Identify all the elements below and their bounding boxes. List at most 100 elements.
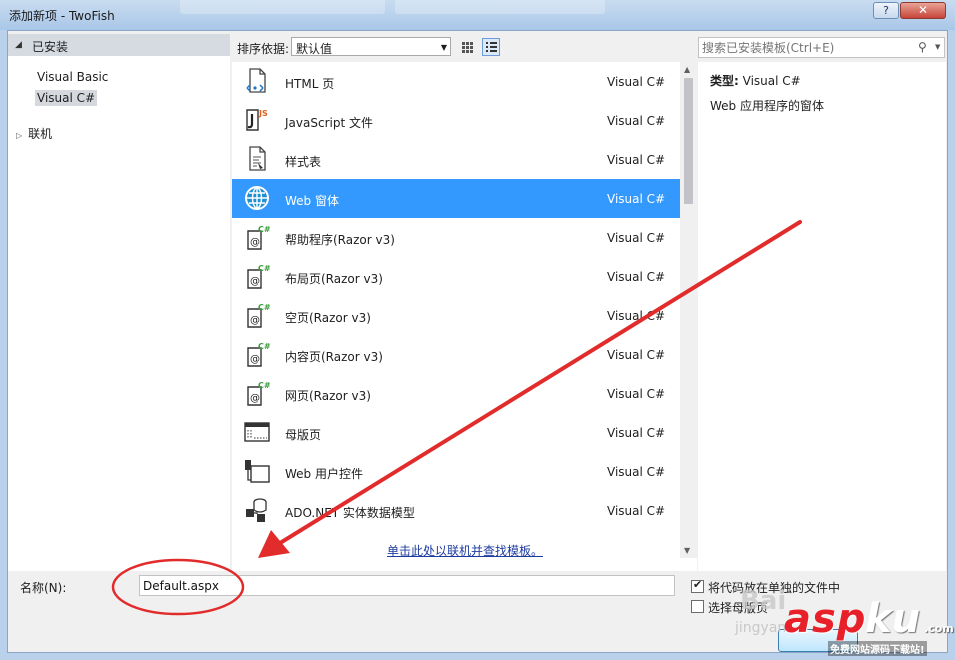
template-language: Visual C# <box>607 504 666 518</box>
template-name: 样式表 <box>285 155 322 169</box>
aspku-watermark-subtitle: 免费网站源码下载站! <box>828 641 927 656</box>
separate-code-file-checkbox[interactable] <box>691 578 704 593</box>
find-online-templates-link[interactable]: 单击此处以联机并查找模板。 <box>387 542 544 559</box>
expand-right-icon: ▷ <box>16 131 23 140</box>
svg-text:C#: C# <box>258 225 271 234</box>
scroll-down-icon[interactable]: ▼ <box>684 546 690 555</box>
template-name: 布局页(Razor v3) <box>285 272 383 286</box>
aspku-watermark-ku: ku <box>865 596 921 642</box>
svg-text:C#: C# <box>258 381 271 390</box>
stylesheet-icon <box>249 146 266 171</box>
template-row-stylesheet[interactable]: 样式表 Visual C# <box>232 140 680 179</box>
name-label: 名称(N): <box>20 581 67 595</box>
template-language: Visual C# <box>607 153 666 167</box>
template-language: Visual C# <box>607 270 666 284</box>
template-list-scrollbar[interactable]: ▲ ▼ <box>680 62 697 558</box>
search-box[interactable]: ⚲ ▼ <box>698 37 945 58</box>
svg-text:@: @ <box>250 354 260 365</box>
template-row-javascript[interactable]: JS JavaScript 文件 Visual C# <box>232 101 680 140</box>
template-language: Visual C# <box>607 75 666 89</box>
details-pane: 类型: Visual C# Web 应用程序的窗体 <box>698 62 946 571</box>
template-name: 空页(Razor v3) <box>285 311 371 325</box>
dropdown-arrow-icon: ▼ <box>440 43 447 52</box>
svg-text:@: @ <box>250 315 260 326</box>
search-input[interactable] <box>702 40 912 55</box>
web-form-globe-icon <box>245 186 269 210</box>
template-name: JavaScript 文件 <box>285 116 373 130</box>
template-row-user-control[interactable]: Web 用户控件 Visual C# <box>232 452 680 491</box>
template-row-html-page[interactable]: HTML 页 Visual C# <box>232 62 680 101</box>
template-name: 母版页 <box>285 428 322 442</box>
scroll-up-icon[interactable]: ▲ <box>684 65 690 74</box>
svg-text:@: @ <box>250 393 260 404</box>
title-bar: 添加新项 - TwoFish ? ✕ <box>0 0 955 30</box>
sort-label: 排序依据: <box>237 42 290 56</box>
template-row-master-page[interactable]: 母版页 Visual C# <box>232 413 680 452</box>
category-tree: ◢ 已安装 Visual Basic Visual C# ▷ 联机 <box>8 34 230 571</box>
details-type-label: 类型: <box>710 74 739 88</box>
template-language: Visual C# <box>607 192 666 206</box>
aspku-watermark-com: .com <box>924 622 954 635</box>
template-name: 内容页(Razor v3) <box>285 350 383 364</box>
taskbar-ghost <box>180 0 385 14</box>
details-type: 类型: Visual C# <box>710 72 801 89</box>
razor-helper-icon: @ C# <box>247 225 271 250</box>
user-control-icon <box>245 460 270 483</box>
baidu-watermark: Bai <box>740 586 787 616</box>
svg-text:JS: JS <box>258 109 268 118</box>
category-visual-csharp[interactable]: Visual C# <box>35 90 98 106</box>
template-row-razor-empty[interactable]: @ C# 空页(Razor v3) Visual C# <box>232 296 680 335</box>
master-page-icon <box>244 422 270 442</box>
details-type-value: Visual C# <box>742 74 801 88</box>
category-visual-basic[interactable]: Visual Basic <box>35 69 110 85</box>
aspku-watermark-asp: asp <box>784 596 867 642</box>
template-language: Visual C# <box>607 114 666 128</box>
entity-model-icon <box>246 498 267 522</box>
expand-down-icon: ◢ <box>15 40 22 50</box>
jingyan-watermark: jingyan <box>735 620 787 636</box>
grid-view-icon <box>462 42 473 53</box>
svg-text:@: @ <box>250 237 260 248</box>
grid-view-button[interactable] <box>458 38 476 56</box>
search-icon[interactable]: ⚲ <box>918 40 927 54</box>
template-language: Visual C# <box>607 348 666 362</box>
category-online[interactable]: ▷ 联机 <box>16 125 52 142</box>
template-name: 帮助程序(Razor v3) <box>285 233 395 247</box>
template-name: ADO.NET 实体数据模型 <box>285 506 415 520</box>
sort-select[interactable]: 默认值 ▼ <box>291 37 451 56</box>
template-language: Visual C# <box>607 465 666 479</box>
razor-layout-icon: @ C# <box>247 264 271 289</box>
help-button[interactable]: ? <box>873 2 899 19</box>
template-row-web-form[interactable]: Web 窗体 Visual C# <box>232 179 680 218</box>
template-row-razor-helper[interactable]: @ C# 帮助程序(Razor v3) Visual C# <box>232 218 680 257</box>
template-name: Web 窗体 <box>285 194 339 208</box>
template-language: Visual C# <box>607 231 666 245</box>
template-name: 网页(Razor v3) <box>285 389 371 403</box>
template-row-razor-webpage[interactable]: @ C# 网页(Razor v3) Visual C# <box>232 374 680 413</box>
template-language: Visual C# <box>607 426 666 440</box>
template-list: HTML 页 Visual C# JS JavaScript 文件 Visual… <box>232 62 680 558</box>
template-row-razor-content[interactable]: @ C# 内容页(Razor v3) Visual C# <box>232 335 680 374</box>
name-input[interactable] <box>143 578 663 593</box>
template-name: HTML 页 <box>285 77 335 91</box>
template-name: Web 用户控件 <box>285 467 363 481</box>
template-row-razor-layout[interactable]: @ C# 布局页(Razor v3) Visual C# <box>232 257 680 296</box>
list-view-button[interactable] <box>482 38 500 56</box>
razor-webpage-icon: @ C# <box>247 381 271 406</box>
name-field[interactable] <box>139 575 675 596</box>
svg-text:C#: C# <box>258 303 271 312</box>
category-installed-header[interactable]: ◢ 已安装 <box>8 34 230 56</box>
template-language: Visual C# <box>607 387 666 401</box>
html-page-icon <box>246 68 266 93</box>
template-row-entity-model[interactable]: ADO.NET 实体数据模型 Visual C# <box>232 491 680 530</box>
close-button[interactable]: ✕ <box>900 2 946 19</box>
scrollbar-thumb[interactable] <box>684 78 693 204</box>
window-title: 添加新项 - TwoFish <box>9 9 115 23</box>
details-description: Web 应用程序的窗体 <box>710 99 824 113</box>
svg-text:@: @ <box>250 276 260 287</box>
template-language: Visual C# <box>607 309 666 323</box>
razor-content-icon: @ C# <box>247 342 271 367</box>
list-view-icon <box>486 42 497 53</box>
search-dropdown-icon[interactable]: ▼ <box>935 43 940 51</box>
select-master-page-checkbox[interactable] <box>691 600 704 613</box>
